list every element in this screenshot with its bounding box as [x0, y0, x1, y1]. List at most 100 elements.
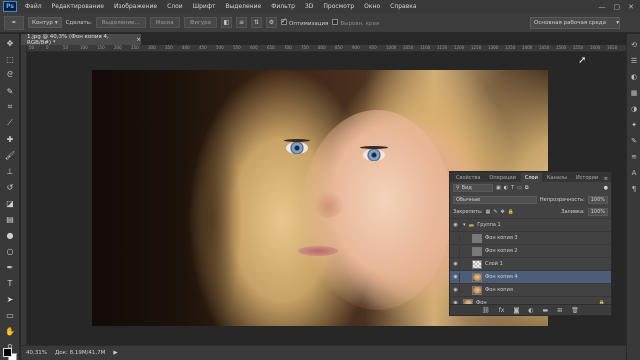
filter-pixel-icon[interactable]: ▣: [496, 185, 501, 191]
filter-smart-icon[interactable]: ⧉: [525, 185, 529, 191]
maximize-icon[interactable]: ▢: [614, 3, 621, 11]
channels-icon[interactable]: ≋: [629, 152, 639, 162]
visibility-eye-icon[interactable]: ◉: [452, 259, 460, 269]
fx-icon[interactable]: fx: [499, 307, 505, 314]
blend-mode-dropdown[interactable]: Обычные: [453, 196, 537, 204]
layer-row[interactable]: ◉ ▾ ▬ Группа 1: [450, 218, 611, 231]
move-tool-icon[interactable]: ✥: [2, 36, 18, 50]
filter-toggle-icon[interactable]: ●: [604, 185, 608, 191]
opacity-field[interactable]: 100%: [587, 196, 608, 204]
close-tab-icon[interactable]: ×: [136, 37, 141, 43]
menu-view[interactable]: Просмотр: [318, 3, 359, 10]
folder-icon[interactable]: ▬: [543, 307, 549, 314]
filter-shape-icon[interactable]: ▭: [517, 185, 522, 191]
shape-button[interactable]: Фигура: [183, 17, 217, 28]
marquee-tool-icon[interactable]: ⬚: [2, 52, 18, 66]
horizontal-ruler[interactable]: 50 0 50 100 150 200 250 300 350 400 450 500 550 600 65…: [27, 45, 626, 52]
character-icon[interactable]: A: [629, 168, 639, 178]
adjustments-icon[interactable]: ◑: [629, 104, 639, 114]
brush-tool-icon[interactable]: 🖌: [2, 148, 18, 162]
blur-tool-icon[interactable]: ●: [2, 228, 18, 242]
dodge-tool-icon[interactable]: ○: [2, 244, 18, 258]
minimize-icon[interactable]: —: [599, 3, 606, 11]
layer-row-selected[interactable]: ◉ Фон копия 4: [450, 270, 611, 283]
paths-icon[interactable]: ✎: [629, 136, 639, 146]
history-brush-tool-icon[interactable]: ↺: [2, 180, 18, 194]
history-icon[interactable]: ⟲: [629, 40, 639, 50]
trash-icon[interactable]: 🗑: [571, 307, 579, 314]
healing-brush-tool-icon[interactable]: ✚: [2, 132, 18, 146]
menu-file[interactable]: Файл: [20, 3, 47, 10]
tab-layers[interactable]: Слои: [520, 173, 542, 182]
menu-filter[interactable]: Фильтр: [266, 3, 300, 10]
selection-button[interactable]: Выделение...: [95, 17, 146, 28]
auto-add-delete-checkbox[interactable]: Оптимизация: [281, 17, 328, 27]
quick-select-tool-icon[interactable]: ✎: [2, 84, 18, 98]
lock-position-icon[interactable]: ✥: [501, 209, 505, 215]
crop-tool-icon[interactable]: ⌗: [2, 100, 18, 114]
type-tool-icon[interactable]: T: [2, 276, 18, 290]
properties-icon[interactable]: ☰: [629, 56, 639, 66]
visibility-empty-icon[interactable]: [452, 233, 460, 243]
gear-icon[interactable]: ⚙: [266, 17, 277, 28]
tab-actions[interactable]: Операции: [485, 173, 519, 182]
fill-field[interactable]: 100%: [587, 208, 608, 216]
path-operations-icon[interactable]: ◧: [221, 17, 232, 28]
align-edges-checkbox[interactable]: Выровн. края: [332, 18, 379, 27]
visibility-eye-icon[interactable]: ◉: [452, 272, 460, 282]
status-menu-icon[interactable]: ▶: [113, 350, 117, 356]
filter-adjust-icon[interactable]: ◐: [504, 185, 508, 191]
menu-window[interactable]: Окно: [359, 3, 385, 10]
visibility-eye-icon[interactable]: ◉: [452, 285, 460, 295]
filter-type-icon[interactable]: T: [511, 185, 514, 191]
document-tab[interactable]: 1.jpg @ 40,3% (Фон копия 4, RGB/8#) * ×: [21, 34, 141, 46]
pen-tool-icon[interactable]: ✒: [2, 260, 18, 274]
layer-filter-dropdown[interactable]: ⚲ Вид: [453, 184, 493, 192]
tab-history[interactable]: Истории: [572, 173, 602, 182]
adjustment-icon[interactable]: ◐: [528, 307, 533, 314]
lasso-tool-icon[interactable]: ᘓ: [2, 68, 18, 82]
close-icon[interactable]: ✕: [628, 3, 634, 11]
visibility-empty-icon[interactable]: [452, 246, 460, 256]
foreground-color-swatch[interactable]: [3, 348, 12, 357]
rectangle-tool-icon[interactable]: ▭: [2, 308, 18, 322]
layer-row[interactable]: Фон копия 3: [450, 231, 611, 244]
zoom-level[interactable]: 40,31%: [26, 350, 47, 356]
panel-menu-icon[interactable]: ≡: [604, 176, 608, 182]
link-icon[interactable]: ⛓: [482, 307, 490, 314]
mode-dropdown[interactable]: Контур ▾: [28, 17, 62, 28]
new-layer-icon[interactable]: ⊞: [557, 307, 562, 314]
eyedropper-tool-icon[interactable]: ⟋: [2, 116, 18, 130]
paragraph-icon[interactable]: ¶: [629, 184, 639, 194]
layer-row[interactable]: ◉ Слой 1: [450, 257, 611, 270]
menu-type[interactable]: Шрифт: [188, 3, 221, 10]
layer-row[interactable]: ◉ Фон копия: [450, 283, 611, 296]
lock-paint-icon[interactable]: ✎: [493, 209, 497, 215]
lock-pixels-icon[interactable]: ▦: [486, 209, 491, 215]
menu-help[interactable]: Справка: [385, 3, 421, 10]
clone-stamp-tool-icon[interactable]: ⊥: [2, 164, 18, 178]
tool-preset-picker[interactable]: ✒: [4, 15, 24, 30]
menu-edit[interactable]: Редактирование: [47, 3, 109, 10]
color-icon[interactable]: ◐: [629, 72, 639, 82]
layer-row[interactable]: Фон копия 2: [450, 244, 611, 257]
path-alignment-icon[interactable]: ≡: [236, 17, 247, 28]
lock-all-icon[interactable]: 🔒: [508, 209, 514, 215]
mask-icon[interactable]: ◙: [513, 307, 519, 314]
menu-3d[interactable]: 3D: [300, 3, 318, 10]
swatches-icon[interactable]: ▦: [629, 88, 639, 98]
visibility-eye-icon[interactable]: ◉: [452, 220, 460, 230]
menu-image[interactable]: Изображение: [109, 3, 162, 10]
tab-channels[interactable]: Каналы: [543, 173, 571, 182]
eraser-tool-icon[interactable]: ◪: [2, 196, 18, 210]
path-arrangement-icon[interactable]: ⇅: [251, 17, 262, 28]
menu-select[interactable]: Выделение: [220, 3, 266, 10]
styles-icon[interactable]: ✦: [629, 120, 639, 130]
workspace-dropdown[interactable]: Основная рабочая среда ▾: [530, 17, 620, 29]
path-select-tool-icon[interactable]: ➤: [2, 292, 18, 306]
menu-layers[interactable]: Слои: [162, 3, 188, 10]
mask-button[interactable]: Маска: [149, 17, 180, 28]
chevron-down-icon[interactable]: ▾: [463, 222, 466, 228]
gradient-tool-icon[interactable]: ▤: [2, 212, 18, 226]
tab-properties[interactable]: Свойства: [452, 173, 484, 182]
